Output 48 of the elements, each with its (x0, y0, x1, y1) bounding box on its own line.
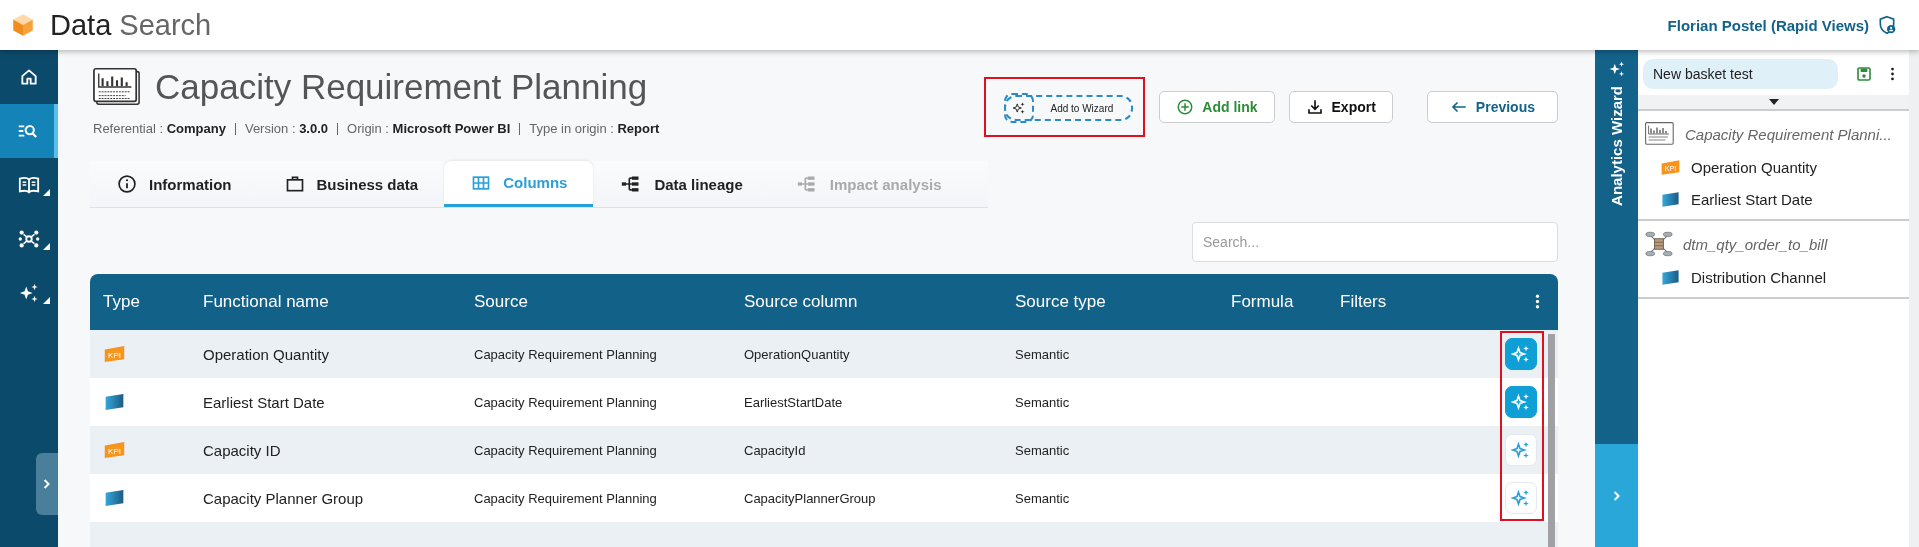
meta-field: Referential : Company (93, 121, 226, 136)
column-header: Source column (744, 292, 859, 312)
meta-field: Origin : Microsoft Power BI (347, 121, 511, 136)
table-cell-text: Operation Quantity (203, 345, 330, 363)
kpi-icon: KPI (103, 441, 126, 459)
table-cell-text: Capacity Planner Group (203, 489, 365, 507)
table-cell-text: Capacity ID (203, 441, 282, 459)
table-cell-text: OperationQuantity (744, 346, 851, 362)
report-title: Capacity Requirement Planning (155, 67, 648, 107)
tab[interactable]: Business data (257, 161, 445, 207)
table-cell-text: Capacity Requirement Planning (474, 346, 658, 362)
table-cell-text: EarliestStartDate (744, 394, 844, 410)
basket-group-title: dtm_qty_order_to_bill (1683, 235, 1828, 253)
table-cell-text: Capacity Requirement Planning (474, 442, 658, 458)
tab[interactable]: Information (90, 161, 258, 207)
kpi-icon: KPI (1660, 158, 1681, 176)
meta-field: Type in origin : Report (529, 121, 660, 136)
basket-name-field[interactable]: New basket test (1643, 59, 1838, 89)
search-field[interactable]: Search... (1192, 222, 1558, 262)
panel-title: Analytics Wizard (1608, 86, 1625, 206)
column-header: Filters (1340, 292, 1388, 312)
meta-field: Version : 3.0.0 (244, 121, 329, 136)
table-cell-text: Semantic (1015, 346, 1071, 362)
table-cell-text: CapacityId (744, 442, 807, 458)
table-cell-text: Capacity Requirement Planning (474, 490, 658, 506)
export-button[interactable]: Export (1288, 91, 1393, 123)
basket-group-title: Capacity Requirement Planni... (1685, 125, 1892, 143)
column-header: Source (474, 292, 529, 312)
table-cell-text: CapacityPlannerGroup (744, 490, 877, 506)
add-link-button[interactable]: Add link (1159, 91, 1275, 123)
add-to-wizard-button[interactable]: Add to Wizard (1004, 95, 1134, 121)
table-cell-text: Capacity Requirement Planning (474, 394, 658, 410)
column-header: Formula (1231, 292, 1295, 312)
basket-item[interactable]: KPI Operation Quantity (1638, 151, 1909, 183)
basket-item[interactable]: Distribution Channel (1638, 261, 1909, 293)
column-header: Functional name (203, 292, 330, 312)
table-cell-text: Earliest Start Date (203, 393, 326, 411)
column-header: Source type (1015, 292, 1107, 312)
table-cell-text: Semantic (1015, 490, 1071, 506)
table-cell-text: Semantic (1015, 394, 1071, 410)
kpi-icon: KPI (103, 345, 126, 363)
basket-item[interactable]: Earliest Start Date (1638, 183, 1909, 215)
app-title: Data Search (50, 8, 212, 42)
previous-button[interactable]: Previous (1426, 91, 1558, 123)
table-cell-text: Semantic (1015, 442, 1071, 458)
tab[interactable]: Data lineage (593, 161, 769, 207)
column-header: Type (102, 292, 141, 312)
user-link[interactable]: Florian Postel (Rapid Views) (1667, 16, 1869, 34)
